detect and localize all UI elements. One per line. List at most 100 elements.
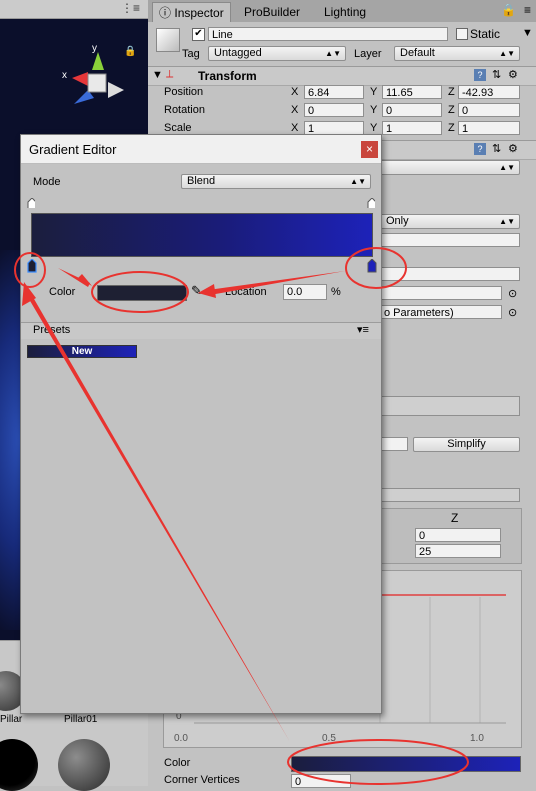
- gizmo-center-cube[interactable]: [87, 73, 107, 93]
- only-dropdown-value: Only: [386, 215, 409, 227]
- scale-x-field[interactable]: 1: [304, 121, 364, 135]
- corner-vertices-label: Corner Vertices: [164, 774, 240, 786]
- scale-y-axis: Y: [370, 122, 378, 134]
- tag-label: Tag: [182, 48, 200, 60]
- tab-lighting[interactable]: Lighting: [318, 2, 372, 22]
- asset-thumbnail-3[interactable]: [0, 739, 38, 791]
- rotation-y-field[interactable]: 0: [382, 103, 442, 117]
- gizmo-x-cone[interactable]: [72, 72, 88, 86]
- location-field[interactable]: 0.0: [283, 284, 327, 300]
- rotation-z-field[interactable]: 0: [458, 103, 520, 117]
- alpha-key-left[interactable]: [27, 198, 35, 208]
- line-renderer-field-1[interactable]: [380, 233, 520, 247]
- eyedropper-icon[interactable]: ✎: [191, 283, 202, 299]
- foldout-arrow-icon[interactable]: ▼: [152, 69, 163, 81]
- preset-sliders-icon[interactable]: ⇅: [492, 142, 501, 155]
- tolerance-field[interactable]: [380, 437, 408, 451]
- transform-axes-icon: ⟂: [166, 68, 174, 80]
- new-preset-button[interactable]: New: [27, 345, 137, 358]
- chevron-down-icon: ▲▼: [325, 49, 341, 58]
- presets-header: Presets ▾≡: [21, 322, 381, 340]
- color-key-label: Color: [49, 286, 76, 298]
- scale-z-field[interactable]: 1: [458, 121, 520, 135]
- static-dropdown-arrow-icon[interactable]: ▼: [522, 27, 533, 39]
- parameters-field[interactable]: o Parameters): [380, 305, 502, 319]
- presets-menu-icon[interactable]: ▾≡: [357, 323, 369, 336]
- color-key-left[interactable]: [27, 259, 37, 273]
- line-renderer-field-2[interactable]: [380, 267, 520, 281]
- tag-dropdown[interactable]: Untagged ▲▼: [208, 46, 346, 61]
- help-book-icon[interactable]: ?: [474, 143, 486, 155]
- gear-icon[interactable]: ⚙: [508, 68, 518, 81]
- chevron-down-icon: ▲▼: [350, 177, 366, 186]
- tab-lock-icon[interactable]: 🔒: [501, 3, 516, 17]
- line-renderer-box[interactable]: [380, 396, 520, 416]
- static-label: Static: [470, 27, 501, 41]
- rotation-x-field[interactable]: 0: [304, 103, 364, 117]
- layer-dropdown[interactable]: Default ▲▼: [394, 46, 520, 61]
- help-book-icon[interactable]: ?: [474, 69, 486, 81]
- curve-x-tick-0: 0.0: [174, 733, 188, 744]
- layer-label: Layer: [354, 48, 382, 60]
- simplify-button[interactable]: Simplify: [413, 437, 520, 452]
- gear-icon[interactable]: ⚙: [508, 142, 518, 155]
- gameobject-name-field[interactable]: Line: [208, 27, 448, 41]
- location-unit: %: [331, 286, 341, 298]
- positions-size-field[interactable]: [380, 488, 520, 502]
- rotation-label: Rotation: [164, 104, 205, 116]
- material-field[interactable]: [380, 286, 502, 300]
- tab-inspector[interactable]: ⓘ Inspector: [152, 2, 231, 23]
- gizmo-neg-x-cone[interactable]: [108, 82, 124, 98]
- position-z-field[interactable]: -42.93: [458, 85, 520, 99]
- transform-header[interactable]: ▼ ⟂ Transform ? ⇅ ⚙: [148, 66, 536, 86]
- object-picker-icon[interactable]: ⊙: [508, 306, 517, 319]
- preset-sliders-icon[interactable]: ⇅: [492, 68, 501, 81]
- simplify-label: Simplify: [447, 438, 486, 450]
- tab-inspector-label: Inspector: [174, 6, 224, 20]
- gizmo-y-cone[interactable]: [92, 52, 104, 70]
- mode-value: Blend: [187, 175, 216, 187]
- gradient-editor-titlebar[interactable]: Gradient Editor ×: [21, 135, 381, 164]
- scene-menu-icon[interactable]: ⋮≡: [121, 1, 140, 15]
- gradient-editor-title: Gradient Editor: [29, 142, 117, 157]
- scale-x-axis: X: [291, 122, 299, 134]
- color-gradient-field[interactable]: [291, 756, 521, 772]
- color-key-swatch[interactable]: [97, 285, 187, 301]
- scale-y-field[interactable]: 1: [382, 121, 442, 135]
- mode-dropdown[interactable]: Blend ▲▼: [181, 174, 371, 189]
- corner-vertices-field[interactable]: 0: [291, 774, 351, 788]
- positions-table: Z 0 25: [380, 508, 522, 564]
- active-checkbox[interactable]: ✔: [192, 28, 205, 41]
- alignment-dropdown[interactable]: Only ▲▼: [380, 214, 520, 229]
- inspector-tabbar: ⓘ Inspector ProBuilder Lighting 🔒 ≡: [148, 0, 536, 23]
- location-label: Location: [225, 286, 267, 298]
- chevron-down-icon: ▲▼: [499, 163, 515, 172]
- tag-value: Untagged: [214, 47, 262, 59]
- tab-probuilder[interactable]: ProBuilder: [238, 2, 306, 22]
- close-icon[interactable]: ×: [361, 141, 378, 158]
- positions-z-cell-1[interactable]: 25: [415, 544, 501, 558]
- scale-label: Scale: [164, 122, 192, 134]
- gizmo-lock-icon[interactable]: 🔒: [124, 46, 136, 57]
- object-picker-icon[interactable]: ⊙: [508, 287, 517, 300]
- chevron-down-icon: ▲▼: [499, 49, 515, 58]
- layer-value: Default: [400, 47, 435, 59]
- static-checkbox[interactable]: [456, 28, 468, 40]
- position-label: Position: [164, 86, 204, 98]
- gradient-preview-bar[interactable]: [31, 213, 373, 257]
- asset-thumbnail-4[interactable]: [58, 739, 110, 791]
- positions-z-cell-0[interactable]: 0: [415, 528, 501, 542]
- color-key-right[interactable]: [367, 259, 377, 273]
- alpha-key-right[interactable]: [367, 198, 375, 208]
- presets-area: New: [21, 339, 381, 713]
- rotation-y-axis: Y: [370, 104, 378, 116]
- tab-lighting-label: Lighting: [324, 5, 367, 19]
- position-x-field[interactable]: 6.84: [304, 85, 364, 99]
- presets-label: Presets: [33, 324, 71, 336]
- position-x-axis: X: [291, 86, 299, 98]
- position-y-field[interactable]: 11.65: [382, 85, 442, 99]
- mode-label: Mode: [33, 176, 61, 188]
- tab-menu-icon[interactable]: ≡: [524, 3, 531, 17]
- line-renderer-dropdown-1[interactable]: ▲▼: [380, 160, 520, 175]
- positions-z-header: Z: [451, 511, 459, 525]
